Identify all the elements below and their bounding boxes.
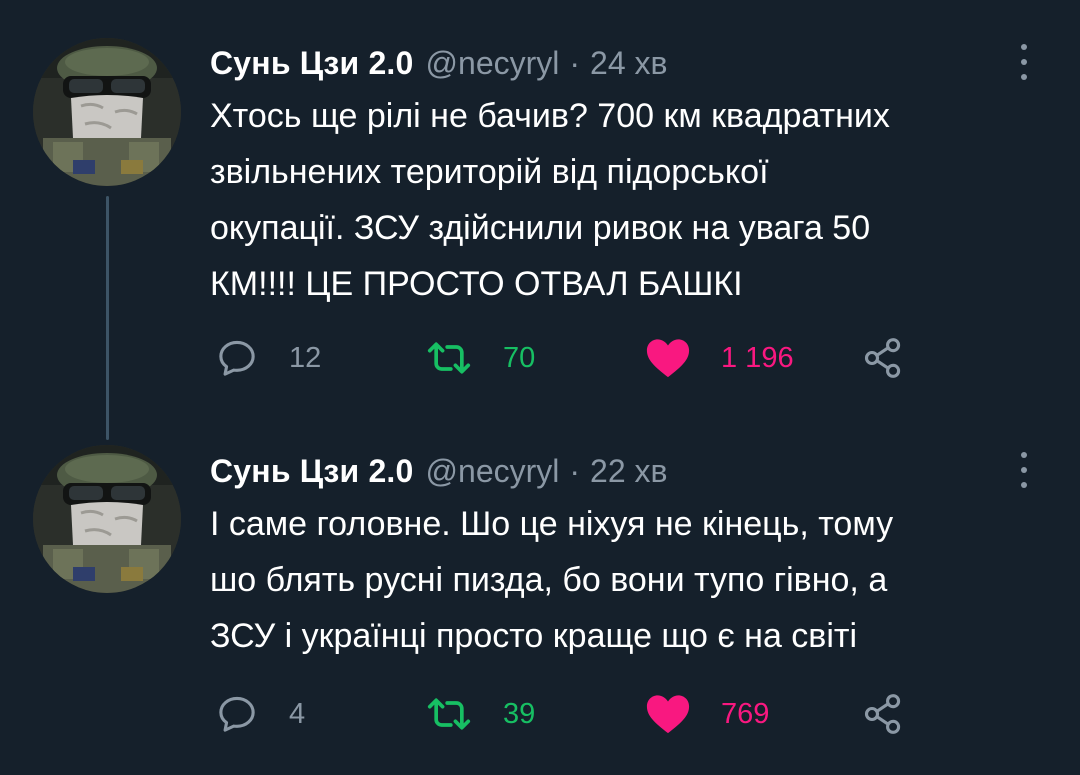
more-options-button[interactable] bbox=[1012, 450, 1036, 490]
retweet-button[interactable]: 39 bbox=[425, 688, 535, 740]
reply-count: 12 bbox=[289, 341, 322, 374]
share-button[interactable] bbox=[860, 688, 906, 740]
tweet-actions: 4 39 769 bbox=[215, 688, 1035, 740]
share-nodes-icon bbox=[864, 694, 901, 734]
separator-dot: · bbox=[569, 452, 581, 489]
speech-bubble-icon bbox=[219, 696, 255, 732]
speech-bubble-icon bbox=[219, 340, 255, 376]
timestamp[interactable]: 22 хв bbox=[590, 453, 667, 490]
author-name[interactable]: Сунь Цзи 2.0 bbox=[210, 453, 414, 490]
like-count: 769 bbox=[721, 697, 770, 730]
tweet-actions: 12 70 1 196 bbox=[215, 332, 1035, 384]
retweet-arrows-icon bbox=[427, 342, 471, 374]
share-nodes-icon bbox=[864, 338, 901, 378]
author-handle[interactable]: @necyryl bbox=[426, 453, 560, 490]
author-handle[interactable]: @necyryl bbox=[426, 45, 560, 82]
retweet-count: 39 bbox=[503, 697, 536, 730]
more-dot bbox=[1021, 44, 1027, 50]
retweet-arrows-icon bbox=[427, 698, 471, 730]
author-name[interactable]: Сунь Цзи 2.0 bbox=[210, 45, 414, 82]
retweet-count: 70 bbox=[503, 341, 536, 374]
separator-dot: · bbox=[569, 44, 581, 81]
reply-button[interactable]: 12 bbox=[215, 332, 321, 384]
timestamp[interactable]: 24 хв bbox=[590, 45, 667, 82]
reply-count: 4 bbox=[289, 697, 306, 730]
avatar-image bbox=[33, 38, 181, 186]
more-dot bbox=[1021, 467, 1027, 473]
share-button[interactable] bbox=[860, 332, 906, 384]
tweet-header: Сунь Цзи 2.0 @necyryl · 22 хв bbox=[210, 446, 668, 496]
more-dot bbox=[1021, 482, 1027, 488]
like-button[interactable]: 1 196 bbox=[645, 332, 794, 384]
avatar[interactable] bbox=[33, 38, 181, 186]
like-button[interactable]: 769 bbox=[645, 688, 769, 740]
avatar-image bbox=[33, 445, 181, 593]
reply-button[interactable]: 4 bbox=[215, 688, 305, 740]
heart-icon bbox=[646, 339, 690, 378]
more-dot bbox=[1021, 452, 1027, 458]
tweet[interactable]: Сунь Цзи 2.0 @necyryl · 24 хв Хтось ще р… bbox=[0, 0, 1080, 430]
tweet[interactable]: Сунь Цзи 2.0 @necyryl · 22 хв І саме гол… bbox=[0, 430, 1080, 765]
like-count: 1 196 bbox=[721, 341, 794, 374]
more-dot bbox=[1021, 59, 1027, 65]
tweet-text: Хтось ще рілі не бачив? 700 км квадратни… bbox=[210, 97, 890, 303]
tweet-text: І саме головне. Шо це ніхуя не кінець, т… bbox=[210, 505, 894, 655]
more-dot bbox=[1021, 74, 1027, 80]
heart-icon bbox=[646, 695, 690, 734]
avatar[interactable] bbox=[33, 445, 181, 593]
more-options-button[interactable] bbox=[1012, 42, 1036, 82]
tweet-header: Сунь Цзи 2.0 @necyryl · 24 хв bbox=[210, 38, 668, 88]
retweet-button[interactable]: 70 bbox=[425, 332, 535, 384]
